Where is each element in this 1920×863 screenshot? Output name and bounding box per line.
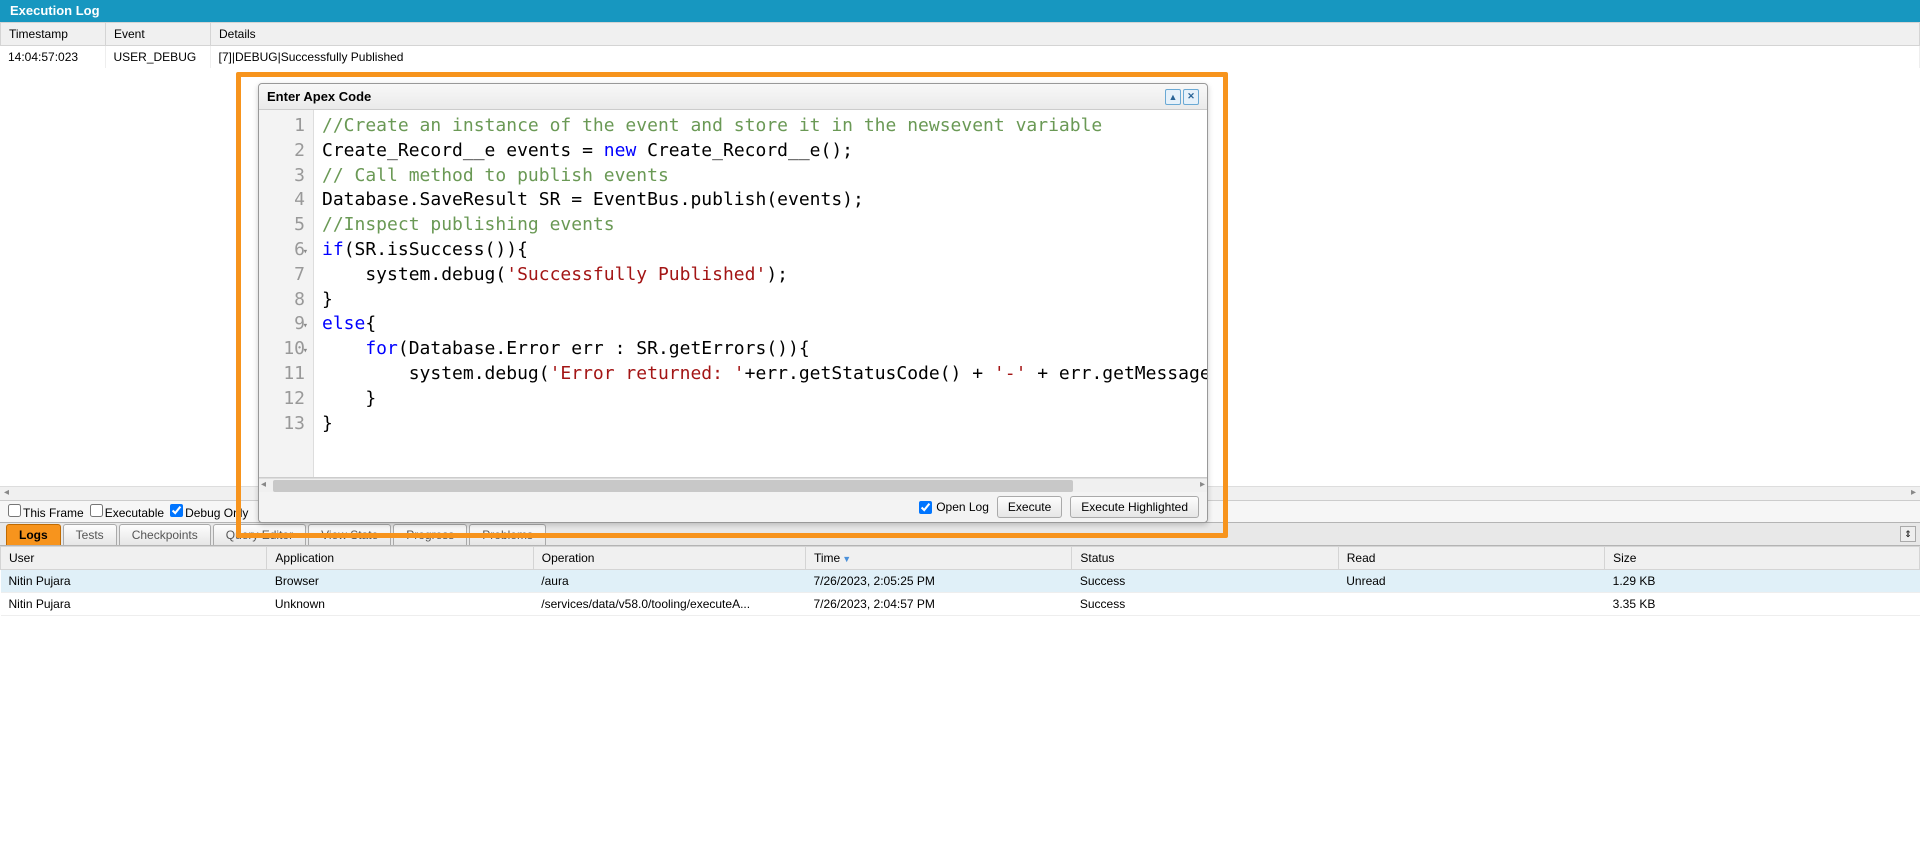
code-line-4: Database.SaveResult SR = EventBus.publis… xyxy=(322,189,864,210)
executable-label: Executable xyxy=(105,506,164,520)
close-icon[interactable]: ✕ xyxy=(1183,89,1199,105)
filter-this-frame[interactable]: This Frame xyxy=(8,504,84,520)
code-line-11m: +err.getStatusCode() + xyxy=(745,363,994,384)
code-editor[interactable]: //Create an instance of the event and st… xyxy=(314,110,1207,477)
cell-application: Browser xyxy=(267,570,533,593)
code-gutter: 1 2 3 4 5 6 7 8 9 10 11 12 13 xyxy=(259,110,314,477)
tab-query-editor[interactable]: Query Editor xyxy=(213,524,306,545)
bottom-tabs: Logs Tests Checkpoints Query Editor View… xyxy=(0,522,1920,546)
code-line-9r: { xyxy=(365,313,376,334)
code-line-11s2: '-' xyxy=(994,363,1027,384)
executable-checkbox[interactable] xyxy=(90,504,103,517)
tab-checkpoints[interactable]: Checkpoints xyxy=(119,524,211,545)
code-line-11s1: 'Error returned: ' xyxy=(550,363,745,384)
code-line-13: } xyxy=(322,413,333,434)
logs-row[interactable]: Nitin Pujara Unknown /services/data/v58.… xyxy=(1,593,1920,616)
code-line-7s: 'Successfully Published' xyxy=(506,264,766,285)
open-log-option[interactable]: Open Log xyxy=(919,500,989,514)
cell-time: 7/26/2023, 2:05:25 PM xyxy=(805,570,1071,593)
cell-operation: /aura xyxy=(533,570,805,593)
code-line-10kw: for xyxy=(322,338,398,359)
cell-status: Success xyxy=(1072,570,1338,593)
col-application[interactable]: Application xyxy=(267,547,533,570)
col-event[interactable]: Event xyxy=(106,23,211,46)
cell-user: Nitin Pujara xyxy=(1,570,267,593)
execution-log-header: Execution Log xyxy=(0,0,1920,22)
code-line-11e: + err.getMessage()); xyxy=(1026,363,1207,384)
filter-debug-only[interactable]: Debug Only xyxy=(170,504,248,520)
cell-operation: /services/data/v58.0/tooling/executeA... xyxy=(533,593,805,616)
this-frame-label: This Frame xyxy=(23,506,84,520)
execution-log-table: Timestamp Event Details xyxy=(0,22,1920,46)
collapse-icon[interactable]: ▲ xyxy=(1165,89,1181,105)
execute-highlighted-button[interactable]: Execute Highlighted xyxy=(1070,496,1199,518)
code-line-7b: ); xyxy=(766,264,788,285)
this-frame-checkbox[interactable] xyxy=(8,504,21,517)
sort-desc-icon: ▼ xyxy=(842,554,851,564)
apex-dialog: Enter Apex Code ▲ ✕ 1 2 3 4 5 6 7 8 9 10… xyxy=(258,83,1208,523)
tab-view-state[interactable]: View State xyxy=(308,524,391,545)
col-timestamp[interactable]: Timestamp xyxy=(1,23,106,46)
cell-status: Success xyxy=(1072,593,1338,616)
tabs-expand-icon[interactable]: ⇕ xyxy=(1900,526,1916,542)
cell-event: USER_DEBUG xyxy=(105,46,210,68)
code-line-11a: system.debug( xyxy=(322,363,550,384)
code-line-5: //Inspect publishing events xyxy=(322,214,615,235)
col-read[interactable]: Read xyxy=(1338,547,1604,570)
apex-dialog-title: Enter Apex Code xyxy=(267,89,371,104)
apex-dialog-title-bar[interactable]: Enter Apex Code ▲ ✕ xyxy=(259,84,1207,110)
code-line-9kw: else xyxy=(322,313,365,334)
tab-tests[interactable]: Tests xyxy=(63,524,117,545)
tab-problems[interactable]: Problems xyxy=(469,524,546,545)
open-log-checkbox[interactable] xyxy=(919,501,932,514)
col-time-label: Time xyxy=(814,551,840,565)
code-line-10r: (Database.Error err : SR.getErrors()){ xyxy=(398,338,810,359)
code-line-8: } xyxy=(322,289,333,310)
logs-grid: User Application Operation Time▼ Status … xyxy=(0,546,1920,616)
execute-button[interactable]: Execute xyxy=(997,496,1062,518)
code-line-7a: system.debug( xyxy=(322,264,506,285)
code-line-1: //Create an instance of the event and st… xyxy=(322,115,1102,136)
code-line-6kw: if xyxy=(322,239,344,260)
logs-row[interactable]: Nitin Pujara Browser /aura 7/26/2023, 2:… xyxy=(1,570,1920,593)
code-line-3: // Call method to publish events xyxy=(322,165,669,186)
cell-size: 1.29 KB xyxy=(1605,570,1920,593)
col-status[interactable]: Status xyxy=(1072,547,1338,570)
tab-logs[interactable]: Logs xyxy=(6,524,61,545)
cell-details: [7]|DEBUG|Successfully Published xyxy=(210,46,1920,68)
code-line-12: } xyxy=(322,388,376,409)
log-row[interactable]: 14:04:57:023 USER_DEBUG [7]|DEBUG|Succes… xyxy=(0,46,1920,68)
code-line-2b: Create_Record__e(); xyxy=(636,140,853,161)
cell-application: Unknown xyxy=(267,593,533,616)
cell-time: 7/26/2023, 2:04:57 PM xyxy=(805,593,1071,616)
debug-only-checkbox[interactable] xyxy=(170,504,183,517)
tab-progress[interactable]: Progress xyxy=(393,524,467,545)
col-time[interactable]: Time▼ xyxy=(805,547,1071,570)
cell-user: Nitin Pujara xyxy=(1,593,267,616)
debug-only-label: Debug Only xyxy=(185,506,248,520)
hscroll-thumb[interactable] xyxy=(273,480,1073,492)
apex-code-hscroll[interactable] xyxy=(259,478,1207,492)
col-user[interactable]: User xyxy=(1,547,267,570)
cell-read xyxy=(1338,593,1604,616)
code-line-2a: Create_Record__e events = xyxy=(322,140,604,161)
col-operation[interactable]: Operation xyxy=(533,547,805,570)
cell-read: Unread xyxy=(1338,570,1604,593)
filter-executable[interactable]: Executable xyxy=(90,504,164,520)
col-details[interactable]: Details xyxy=(211,23,1920,46)
col-size[interactable]: Size xyxy=(1605,547,1920,570)
cell-size: 3.35 KB xyxy=(1605,593,1920,616)
cell-timestamp: 14:04:57:023 xyxy=(0,46,105,68)
code-line-6r: (SR.isSuccess()){ xyxy=(344,239,528,260)
code-line-2kw: new xyxy=(604,140,637,161)
apex-dialog-footer: Open Log Execute Execute Highlighted xyxy=(259,492,1207,522)
open-log-label: Open Log xyxy=(936,500,989,514)
